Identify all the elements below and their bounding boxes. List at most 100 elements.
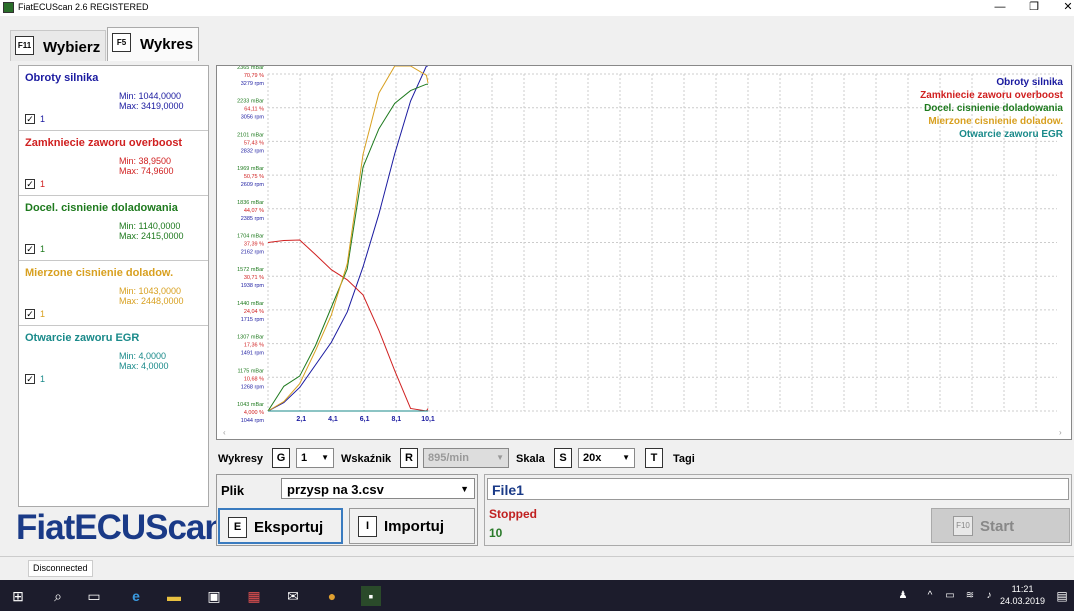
- edge-icon[interactable]: e: [126, 586, 146, 606]
- y-tick-label: 10,68 %: [244, 376, 264, 382]
- y-tick-label: 50,75 %: [244, 174, 264, 180]
- file-select[interactable]: przysp na 3.csv ▼: [281, 478, 475, 499]
- channel-checkbox[interactable]: ✓: [25, 374, 35, 384]
- channel-item[interactable]: Obroty silnika Min: 1044,0000 Max: 3419,…: [19, 66, 208, 131]
- channel-item[interactable]: Otwarcie zaworu EGR Min: 4,0000 Max: 4,0…: [19, 326, 208, 391]
- minimize-button[interactable]: —: [982, 0, 1018, 16]
- windows-start-icon[interactable]: ⊞: [8, 586, 28, 606]
- skala-select[interactable]: 20x ▼: [578, 448, 635, 468]
- y-tick-label: 2233 mBar: [237, 99, 264, 105]
- series-line: [267, 83, 428, 412]
- legend-item: Mierzone cisnienie doladow.: [928, 116, 1063, 127]
- channel-item[interactable]: Mierzone cisnienie doladow. Min: 1043,00…: [19, 261, 208, 326]
- fiatecuscan-taskbar-icon[interactable]: ▪: [361, 586, 381, 606]
- y-tick-label: 1043 mBar: [237, 402, 264, 408]
- start-label: Start: [980, 518, 1015, 535]
- search-icon[interactable]: ⌕: [48, 586, 68, 606]
- file-explorer-icon[interactable]: ▬: [164, 586, 184, 606]
- x-tick-label: 2,1: [296, 416, 306, 423]
- channel-item[interactable]: Docel. cisnienie doladowania Min: 1140,0…: [19, 196, 208, 261]
- task-view-icon[interactable]: ▭: [84, 586, 104, 606]
- channel-checkbox[interactable]: ✓: [25, 114, 35, 124]
- wykresy-select[interactable]: 1 ▼: [296, 448, 334, 468]
- skala-label: Skala: [516, 453, 545, 465]
- maximize-button[interactable]: ❐: [1016, 0, 1052, 16]
- tagi-label: Tagi: [673, 453, 695, 465]
- y-tick-label: 2385 rpm: [241, 216, 265, 222]
- y-tick-label: 30,71 %: [244, 275, 264, 281]
- gift-icon[interactable]: ▦: [244, 586, 264, 606]
- y-tick-label: 2101 mBar: [237, 132, 264, 138]
- file-name-field[interactable]: File1: [487, 478, 1069, 500]
- app-icon: [3, 2, 14, 13]
- import-button[interactable]: I Importuj: [349, 508, 475, 544]
- y-tick-label: 64,11 %: [244, 107, 264, 113]
- channel-name: Mierzone cisnienie doladow.: [25, 267, 174, 279]
- fiatecuscan-logo: FiatECUScan: [16, 508, 226, 547]
- tab-label: Wykres: [140, 36, 194, 53]
- checkbox-label: 1: [40, 244, 46, 254]
- channel-name: Docel. cisnienie doladowania: [25, 202, 178, 214]
- wifi-icon[interactable]: ≋: [960, 586, 980, 606]
- legend-item: Otwarcie zaworu EGR: [959, 129, 1063, 140]
- tab-wykres[interactable]: F5 Wykres: [107, 27, 199, 61]
- clock-date: 24.03.2019: [1000, 596, 1046, 606]
- y-tick-label: 1307 mBar: [237, 335, 264, 341]
- controls-row: Wykresy G 1 ▼ Wskaźnik R 895/min ▼ Skala S…: [216, 446, 1072, 470]
- scroll-left-icon: ‹: [223, 428, 226, 437]
- i-key-icon: I: [358, 516, 377, 537]
- y-tick-label: 1175 mBar: [238, 368, 265, 374]
- chrome-icon[interactable]: ●: [322, 586, 342, 606]
- store-icon[interactable]: ▣: [204, 586, 224, 606]
- volume-icon[interactable]: ♪: [979, 586, 999, 606]
- channel-min: Min: 38,9500: [119, 156, 172, 166]
- y-tick-label: 1836 mBar: [237, 200, 264, 206]
- export-label: Eksportuj: [254, 519, 324, 536]
- tab-wybierz[interactable]: F11 Wybierz: [10, 30, 106, 61]
- mail-icon[interactable]: ✉: [283, 586, 303, 606]
- y-tick-label: 57,43 %: [244, 140, 264, 146]
- clock-time: 11:21: [1011, 584, 1034, 594]
- battery-icon[interactable]: ▭: [940, 586, 960, 606]
- series-line: [267, 66, 429, 412]
- close-button[interactable]: ✕: [1050, 0, 1074, 16]
- checkbox-label: 1: [40, 114, 46, 124]
- y-tick-label: 44,07 %: [244, 208, 264, 214]
- g-key-icon[interactable]: G: [272, 448, 290, 468]
- y-tick-label: 3056 rpm: [241, 115, 265, 121]
- chart-legend: Obroty silnika Zamkniecie zaworu overboos…: [920, 76, 1063, 141]
- status-bar: Disconnected: [0, 556, 1074, 578]
- start-button[interactable]: F10 Start: [931, 508, 1070, 543]
- sample-count: 10: [489, 526, 503, 540]
- y-tick-label: 1572 mBar: [237, 267, 264, 273]
- channel-checkbox[interactable]: ✓: [25, 309, 35, 319]
- wykresy-value: 1: [301, 452, 308, 464]
- x-tick-label: 10,1: [421, 416, 435, 423]
- taskbar: ⊞ ⌕ ▭ e ▬ ▣ ▦ ✉ ● ▪ ♟ ^ ▭ ≋ ♪ 11:21 24.0…: [0, 580, 1074, 611]
- checkbox-label: 1: [40, 309, 46, 319]
- channel-min: Min: 1044,0000: [119, 91, 182, 101]
- f5-key-icon: F5: [112, 33, 131, 52]
- notifications-icon[interactable]: ▤: [1052, 586, 1072, 606]
- s-key-icon[interactable]: S: [554, 448, 572, 468]
- people-icon[interactable]: ♟: [893, 586, 913, 606]
- chevron-up-icon[interactable]: ^: [920, 586, 940, 606]
- r-key-icon[interactable]: R: [400, 448, 418, 468]
- wskaznik-select[interactable]: 895/min ▼: [423, 448, 509, 468]
- checkbox-label: 1: [40, 179, 46, 189]
- channel-item[interactable]: Zamkniecie zaworu overboost Min: 38,9500…: [19, 131, 208, 196]
- export-button[interactable]: E Eksportuj: [218, 508, 343, 544]
- chart-panel[interactable]: 2365 mBar 70,79 % 3279 rpm 2233 mBar 64,11 %…: [216, 65, 1072, 440]
- channel-checkbox[interactable]: ✓: [25, 179, 35, 189]
- x-tick-label: 6,1: [360, 416, 370, 423]
- channel-name: Zamkniecie zaworu overboost: [25, 137, 183, 149]
- title-bar: FiatECUScan 2.6 REGISTERED — ❐ ✕: [0, 0, 1074, 16]
- y-tick-label: 1268 rpm: [241, 384, 265, 390]
- channel-max: Max: 3419,0000: [119, 101, 184, 111]
- channel-max: Max: 2415,0000: [119, 231, 184, 241]
- y-tick-label: 1938 rpm: [241, 283, 265, 289]
- clock[interactable]: 11:21 24.03.2019: [1000, 583, 1045, 607]
- channel-name: Obroty silnika: [25, 72, 99, 84]
- channel-checkbox[interactable]: ✓: [25, 244, 35, 254]
- t-key-icon[interactable]: T: [645, 448, 663, 468]
